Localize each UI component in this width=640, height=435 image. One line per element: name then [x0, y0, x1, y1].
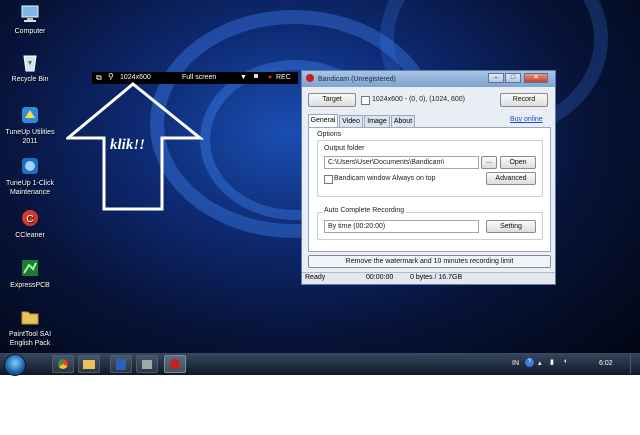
clock[interactable]: 6:02 [599, 360, 613, 367]
target-button[interactable]: Target [308, 93, 356, 107]
taskbar-explorer-button[interactable] [78, 355, 100, 373]
bandicam-window: Bandicam (Unregistered) ‒ □ ✕ Target 102… [301, 70, 556, 285]
zoom-icon[interactable]: ⚲ [108, 72, 114, 81]
tray-chevron-icon[interactable]: ▴ [538, 359, 542, 367]
svg-text:C: C [26, 214, 33, 225]
start-button[interactable] [4, 354, 26, 376]
tab-image[interactable]: Image [364, 115, 390, 127]
status-size: 0 bytes / 16.7GB [410, 274, 463, 281]
bandicam-icon [170, 359, 180, 369]
setting-button[interactable]: Setting [486, 220, 536, 233]
tab-general[interactable]: General [308, 114, 338, 127]
desktop-icon-expresspcb[interactable]: ExpressPCB [2, 257, 58, 290]
app-icon [142, 360, 152, 369]
camera-icon[interactable]: ◙ [254, 73, 258, 80]
desktop-icon-tuneup-utilities[interactable]: TuneUp Utilities 2011 [2, 104, 58, 146]
tuneup-maintenance-icon [19, 155, 41, 177]
open-button[interactable]: Open [500, 156, 536, 169]
output-folder-label: Output folder [324, 145, 365, 152]
always-on-top-checkbox[interactable] [324, 175, 333, 184]
taskbar-app-button[interactable] [136, 355, 158, 373]
window-title: Bandicam (Unregistered) [318, 75, 396, 83]
taskbar: IN ? ▴ ▮ ◖ 6:02 [0, 353, 640, 376]
bandicam-logo-icon [306, 74, 314, 82]
word-icon [116, 359, 126, 370]
taskbar-bandicam-button[interactable] [164, 355, 186, 373]
chevron-down-icon[interactable]: ▼ [240, 74, 247, 81]
recording-size: 1024x600 [120, 74, 151, 81]
status-time: 00:00:00 [366, 274, 394, 281]
maximize-button[interactable]: □ [505, 73, 521, 83]
desktop-icon-label: ExpressPCB [10, 282, 50, 289]
advanced-button[interactable]: Advanced [486, 172, 536, 185]
language-indicator[interactable]: IN [512, 360, 519, 367]
taskbar-word-button[interactable] [110, 355, 132, 373]
help-icon[interactable]: ? [525, 358, 534, 367]
folder-icon [19, 306, 41, 328]
rec-label[interactable]: REC [276, 74, 291, 81]
show-desktop-button[interactable] [630, 354, 640, 374]
target-window-icon [361, 96, 370, 105]
always-on-top-label: Bandicam window Always on top [334, 175, 436, 182]
taskbar-chrome-button[interactable] [52, 355, 74, 373]
minimize-button[interactable]: ‒ [488, 73, 504, 83]
remove-watermark-button[interactable]: Remove the watermark and 10 minutes reco… [308, 255, 551, 268]
status-state: Ready [305, 274, 326, 281]
tab-about[interactable]: About [391, 115, 415, 127]
desktop-icon-label: PaintTool SAI English Pack [8, 331, 52, 347]
expresspcb-icon [19, 257, 41, 279]
desktop-icon-label: Computer [14, 28, 46, 35]
desktop-icon-label: TuneUp 1-Click Maintenance [6, 180, 54, 196]
auto-complete-label: Auto Complete Recording [322, 207, 407, 214]
desktop-icon-computer[interactable]: Computer [2, 3, 58, 36]
title-bar[interactable]: Bandicam (Unregistered) ‒ □ ✕ [302, 71, 555, 87]
ccleaner-icon: C [19, 207, 41, 229]
annotation-text: klik!! [110, 137, 146, 153]
desktop-icon-label: CCleaner [15, 232, 45, 239]
rec-dot-icon: ● [268, 74, 273, 81]
recycle-bin-icon [19, 51, 41, 73]
auto-complete-field: By time (00:20:00) [324, 220, 479, 233]
volume-icon[interactable]: ◖ [563, 358, 567, 365]
recording-mode[interactable]: Full screen [182, 74, 216, 81]
desktop-icon-ccleaner[interactable]: C CCleaner [2, 207, 58, 240]
output-folder-field[interactable]: C:\Users\User\Documents\Bandicam\ [324, 156, 479, 169]
chrome-icon [58, 359, 68, 369]
folder-icon [83, 360, 95, 369]
buy-online-link[interactable]: Buy online [510, 116, 543, 123]
general-panel: Options Output folder C:\Users\User\Docu… [308, 127, 551, 252]
target-info: 1024x600 - (0, 0), (1024, 600) [372, 96, 466, 103]
desktop: Computer Recycle Bin TuneUp Utilities 20… [0, 0, 640, 375]
record-button[interactable]: Record [500, 93, 548, 107]
tuneup-utilities-icon [19, 104, 41, 126]
close-button[interactable]: ✕ [524, 73, 548, 83]
tab-video[interactable]: Video [339, 115, 363, 127]
status-bar: Ready 00:00:00 0 bytes / 16.7GB [302, 272, 555, 284]
browse-button[interactable]: ... [481, 156, 497, 169]
desktop-icon-label: TuneUp Utilities 2011 [5, 129, 55, 145]
desktop-icon-label: Recycle Bin [11, 76, 49, 83]
desktop-icon-tuneup-maintenance[interactable]: TuneUp 1-Click Maintenance [2, 155, 58, 197]
computer-icon [19, 3, 41, 25]
desktop-icon-painttool-sai[interactable]: PaintTool SAI English Pack [2, 306, 58, 348]
network-icon[interactable]: ▮ [550, 358, 554, 366]
options-label: Options [317, 131, 342, 138]
desktop-icon-recycle-bin[interactable]: Recycle Bin [2, 51, 58, 84]
